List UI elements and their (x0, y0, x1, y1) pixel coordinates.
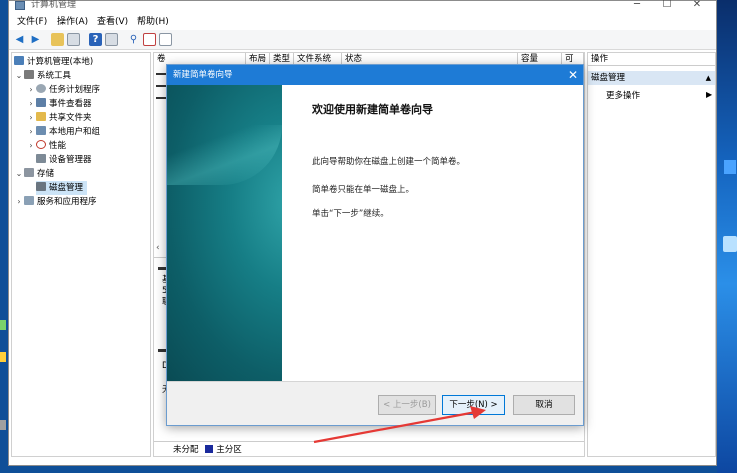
desktop-icon[interactable] (723, 236, 737, 252)
tree-label: 共享文件夹 (49, 113, 92, 123)
wizard-banner-wave (167, 125, 282, 185)
computer-management-icon (15, 1, 25, 10)
properties-icon[interactable] (105, 33, 118, 46)
wizard-text-3: 单击“下一步”继续。 (312, 209, 389, 219)
tree-item-task-scheduler[interactable]: › 任务计划程序 (26, 83, 100, 97)
tree-item-performance[interactable]: › 性能 (26, 139, 66, 153)
unallocated-swatch (162, 445, 170, 453)
collapse-up-icon[interactable]: ▲ (706, 71, 711, 85)
storage-icon (24, 168, 34, 177)
window-title: 计算机管理 (31, 0, 77, 10)
annotation-arrow-line (313, 410, 477, 444)
connect-icon[interactable]: ⚲ (127, 33, 140, 46)
tree-item-storage[interactable]: ⌄ 存储 (14, 167, 54, 181)
computer-icon (14, 56, 24, 65)
forward-arrow-icon[interactable]: ▶ (29, 33, 42, 46)
chevron-right-icon[interactable]: › (26, 125, 36, 139)
tree-item-local-users[interactable]: › 本地用户和组 (26, 125, 100, 139)
wizard-heading: 欢迎使用新建简单卷向导 (312, 103, 433, 116)
tree-label: 计算机管理(本地) (27, 57, 94, 67)
legend-primary: 主分区 (216, 445, 242, 455)
more-actions-link[interactable]: 更多操作 (606, 90, 640, 102)
annotation-arrow-head (470, 406, 486, 419)
disk-icon (36, 182, 46, 191)
maximize-button[interactable]: ☐ (657, 0, 677, 11)
wizard-text-2: 简单卷只能在单一磁盘上。 (312, 185, 415, 195)
chevron-down-icon[interactable]: ⌄ (14, 167, 24, 181)
chevron-right-icon[interactable]: › (26, 139, 36, 153)
menu-bar: 文件(F) 操作(A) 查看(V) 帮助(H) (9, 15, 716, 30)
minimize-button[interactable]: ─ (627, 0, 647, 11)
wizard-title[interactable]: 新建简单卷向导 (167, 65, 583, 85)
title-bar[interactable]: 计算机管理 ─ ☐ ✕ (9, 0, 716, 15)
chevron-right-icon[interactable]: › (26, 111, 36, 125)
device-manager-icon (36, 154, 46, 163)
tree-label: 系统工具 (37, 71, 72, 81)
tree-label: 本地用户和组 (49, 127, 101, 137)
scroll-left-arrow[interactable]: ‹ (156, 243, 166, 253)
menu-file[interactable]: 文件(F) (17, 15, 47, 30)
tools-icon (24, 70, 34, 79)
cancel-button[interactable]: 取消 (513, 395, 575, 415)
wizard-content: 欢迎使用新建简单卷向导 此向导帮助你在磁盘上创建一个简单卷。 简单卷只能在单一磁… (282, 85, 583, 381)
legend-unallocated: 未分配 (173, 445, 199, 455)
menu-action[interactable]: 操作(A) (57, 15, 88, 30)
performance-icon (36, 140, 46, 149)
actions-title: 操作 (588, 53, 715, 66)
desktop-icon[interactable] (0, 320, 6, 330)
tree-item-system-tools[interactable]: ⌄ 系统工具 (14, 69, 71, 83)
menu-view[interactable]: 查看(V) (97, 15, 128, 30)
tree-label: 事件查看器 (49, 99, 92, 109)
event-log-icon (36, 98, 46, 107)
tree-label: 设备管理器 (49, 155, 92, 165)
toolbar: ◀ ▶ ? ⚲ (9, 30, 716, 50)
list-view-icon[interactable] (159, 33, 172, 46)
tree-label: 任务计划程序 (49, 85, 101, 95)
tree-label: 存储 (37, 169, 55, 179)
checklist-icon[interactable] (143, 33, 156, 46)
desktop-icon[interactable] (0, 352, 6, 362)
help-icon[interactable]: ? (89, 33, 102, 46)
actions-pane: 操作 磁盘管理 ▲ 更多操作 ▶ (587, 52, 716, 457)
chevron-right-icon[interactable]: › (26, 83, 36, 97)
users-icon (36, 126, 46, 135)
actions-section-disk-management[interactable]: 磁盘管理 ▲ (588, 71, 715, 85)
wizard-separator (167, 381, 583, 382)
wizard-banner-image (167, 85, 282, 381)
clock-icon (36, 84, 46, 93)
tree-label: 性能 (49, 141, 67, 151)
chevron-down-icon[interactable]: ⌄ (14, 69, 24, 83)
tree-label: 磁盘管理 (49, 183, 84, 193)
annotation-arrow (313, 406, 486, 444)
desktop-icon[interactable] (0, 420, 6, 430)
shared-folder-icon (36, 112, 46, 121)
tree-item-shared-folders[interactable]: › 共享文件夹 (26, 111, 92, 125)
close-button[interactable]: ✕ (687, 0, 707, 11)
actions-section-label: 磁盘管理 (591, 73, 626, 83)
console-tree: 计算机管理(本地) ⌄ 系统工具 › 任务计划程序 › 事件查看器 › 共享文件夹 › 本… (11, 52, 151, 457)
services-icon (24, 196, 34, 205)
primary-partition-swatch (205, 445, 214, 453)
wizard-close-button[interactable]: ✕ (563, 65, 583, 85)
up-folder-icon[interactable] (51, 33, 64, 46)
tree-item-device-manager[interactable]: 设备管理器 (36, 153, 92, 167)
menu-help[interactable]: 帮助(H) (137, 15, 169, 30)
chevron-right-icon[interactable]: › (14, 195, 24, 209)
tree-item-disk-management[interactable]: 磁盘管理 (36, 181, 88, 195)
new-simple-volume-wizard: 新建简单卷向导 ✕ 欢迎使用新建简单卷向导 此向导帮助你在磁盘上创建一个简单卷。… (166, 64, 584, 426)
tree-label: 服务和应用程序 (37, 197, 97, 207)
tree-item-event-viewer[interactable]: › 事件查看器 (26, 97, 92, 111)
desktop-icon[interactable] (724, 160, 736, 174)
wizard-text-1: 此向导帮助你在磁盘上创建一个简单卷。 (312, 157, 466, 167)
tree-item-services-apps[interactable]: › 服务和应用程序 (14, 195, 97, 209)
show-hide-tree-icon[interactable] (67, 33, 80, 46)
back-arrow-icon[interactable]: ◀ (13, 33, 26, 46)
chevron-right-icon[interactable]: › (26, 97, 36, 111)
tree-root[interactable]: 计算机管理(本地) (14, 55, 93, 69)
submenu-arrow-icon[interactable]: ▶ (706, 90, 712, 99)
